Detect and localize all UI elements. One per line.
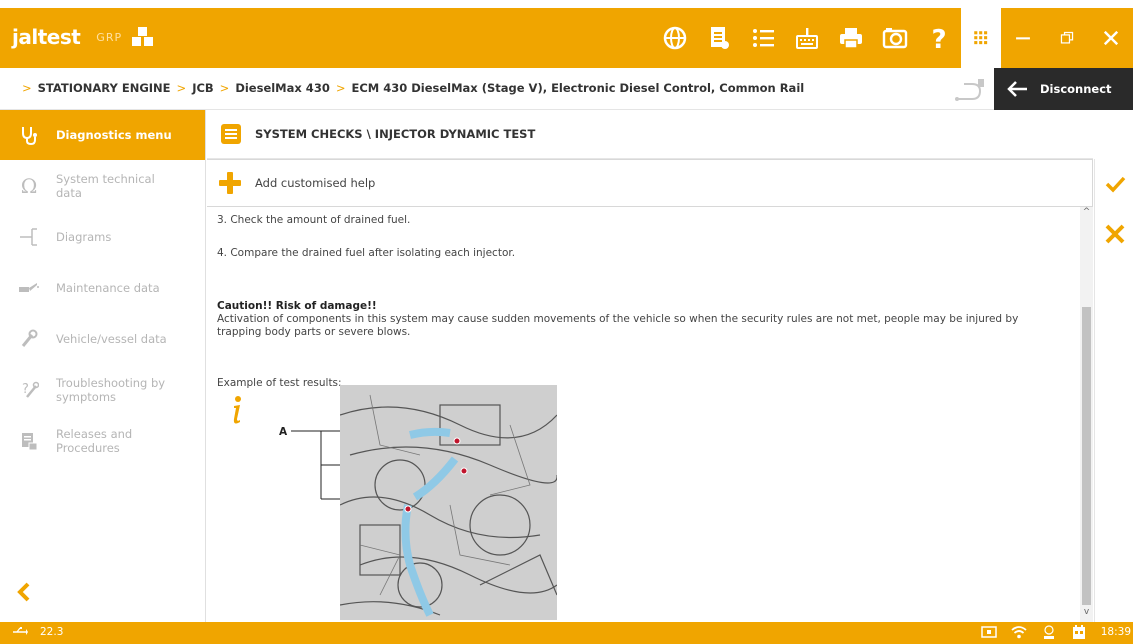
globe-icon[interactable] — [653, 8, 697, 68]
breadcrumb: > STATIONARY ENGINE > JCB > DieselMax 43… — [22, 81, 805, 95]
caution-text: Activation of components in this system … — [217, 313, 1019, 338]
add-help-button[interactable]: Add customised help — [207, 159, 1093, 207]
sidebar-item-label: Releases and Procedures — [56, 426, 133, 455]
sidebar-item-label: Diagrams — [56, 229, 112, 244]
book-icon — [18, 430, 40, 452]
list-icon — [221, 124, 241, 144]
sidebar-item-label: System technical data — [56, 171, 155, 200]
screen-icon — [980, 626, 997, 638]
restore-icon[interactable] — [1045, 8, 1089, 68]
status-left: 22.3 — [12, 625, 63, 639]
cancel-button[interactable] — [1095, 209, 1133, 259]
close-icon — [1105, 224, 1124, 244]
keyboard-icon[interactable] — [785, 8, 829, 68]
status-bar: 22.3 18:39 — [0, 622, 1133, 644]
breadcrumb-item[interactable]: STATIONARY ENGINE — [38, 81, 171, 95]
clock: 18:39 — [1100, 626, 1131, 638]
sidebar-item-label: Maintenance data — [56, 280, 160, 295]
step-text: 4. Compare the drained fuel after isolat… — [217, 247, 516, 259]
help-icon[interactable]: ? — [917, 8, 961, 68]
oil-can-icon — [18, 277, 40, 299]
grid-icon[interactable] — [961, 8, 1001, 68]
usb-icon — [13, 627, 28, 635]
brand-name: jaltest — [12, 25, 81, 49]
sidebar-item-vehicle-vessel-data[interactable]: Vehicle/vessel data — [0, 313, 205, 364]
breadcrumb-item[interactable]: JCB — [192, 81, 213, 95]
top-strip — [0, 0, 1133, 8]
minimize-icon[interactable] — [1001, 8, 1045, 68]
main-panel: SYSTEM CHECKS \ INJECTOR DYNAMIC TEST Ad… — [207, 110, 1093, 622]
status-right: 18:39 — [980, 624, 1131, 640]
scrollbar[interactable]: ^ v — [1080, 207, 1093, 622]
stethoscope-icon — [18, 124, 40, 146]
cable-icon — [955, 79, 984, 101]
toolbar-icons: ? — [653, 8, 1133, 68]
scroll-thumb[interactable] — [1082, 307, 1091, 605]
sidebar-item-label: Vehicle/vessel data — [56, 331, 167, 346]
breadcrumb-item[interactable]: DieselMax 430 — [235, 81, 330, 95]
sidebar-item-releases[interactable]: Releases and Procedures — [0, 415, 205, 466]
document-icon[interactable] — [697, 8, 741, 68]
list-icon[interactable] — [741, 8, 785, 68]
scroll-down-icon[interactable]: v — [1081, 607, 1092, 621]
sidebar-item-maintenance-data[interactable]: Maintenance data — [0, 262, 205, 313]
printer-icon[interactable] — [829, 8, 873, 68]
sidebar-item-diagnostics-menu[interactable]: Diagnostics menu — [0, 110, 205, 160]
arrow-left-icon — [1007, 81, 1027, 97]
wrench-icon — [18, 328, 40, 350]
check-icon — [1105, 176, 1125, 193]
voltage-value: 22.3 — [40, 626, 64, 638]
sidebar-item-diagrams[interactable]: Diagrams — [0, 211, 205, 262]
scroll-up-icon[interactable]: ^ — [1081, 207, 1092, 221]
page-header: SYSTEM CHECKS \ INJECTOR DYNAMIC TEST — [207, 110, 1093, 159]
diagram-icon — [18, 226, 40, 248]
diagram-label: A — [279, 426, 288, 438]
chevron-left-icon[interactable] — [14, 578, 34, 606]
brand-sub: GRP — [96, 30, 123, 44]
omega-icon: Ω — [18, 175, 40, 197]
disconnect-label: Disconnect — [1040, 82, 1112, 96]
plus-icon — [219, 172, 241, 194]
caution-title: Caution!! Risk of damage!! — [217, 300, 377, 312]
battery-icon — [1043, 625, 1054, 639]
action-column — [1094, 159, 1133, 622]
page-title: SYSTEM CHECKS \ INJECTOR DYNAMIC TEST — [255, 127, 536, 141]
sidebar-item-label: Diagnostics menu — [56, 128, 172, 142]
tools-icon: ? — [18, 379, 40, 401]
step-text: 3. Check the amount of drained fuel. — [217, 214, 411, 226]
help-content: 3. Check the amount of drained fuel. 4. … — [207, 207, 1080, 622]
svg-text:Ω: Ω — [21, 176, 38, 196]
svg-text:?: ? — [931, 25, 946, 51]
info-icon[interactable] — [229, 395, 245, 425]
calendar-icon — [1072, 625, 1085, 639]
app-logo: jaltest GRP — [12, 22, 156, 52]
disconnect-button[interactable]: Disconnect — [994, 68, 1133, 110]
cubes-icon — [132, 27, 154, 46]
top-bar: jaltest GRP ? — [0, 0, 1133, 75]
example-label: Example of test results: — [217, 377, 342, 389]
confirm-button[interactable] — [1095, 159, 1133, 209]
engine-diagram-image — [340, 385, 557, 620]
sidebar-item-system-technical-data[interactable]: Ω System technical data — [0, 160, 205, 211]
camera-icon[interactable] — [873, 8, 917, 68]
add-help-label: Add customised help — [255, 176, 376, 190]
sidebar-item-troubleshooting[interactable]: ? Troubleshooting by symptoms — [0, 364, 205, 415]
wifi-icon — [1011, 626, 1027, 639]
breadcrumb-item[interactable]: ECM 430 DieselMax (Stage V), Electronic … — [351, 81, 804, 95]
sidebar: Diagnostics menu Ω System technical data… — [0, 110, 206, 622]
sidebar-item-label: Troubleshooting by symptoms — [56, 375, 166, 404]
close-icon[interactable] — [1089, 8, 1133, 68]
